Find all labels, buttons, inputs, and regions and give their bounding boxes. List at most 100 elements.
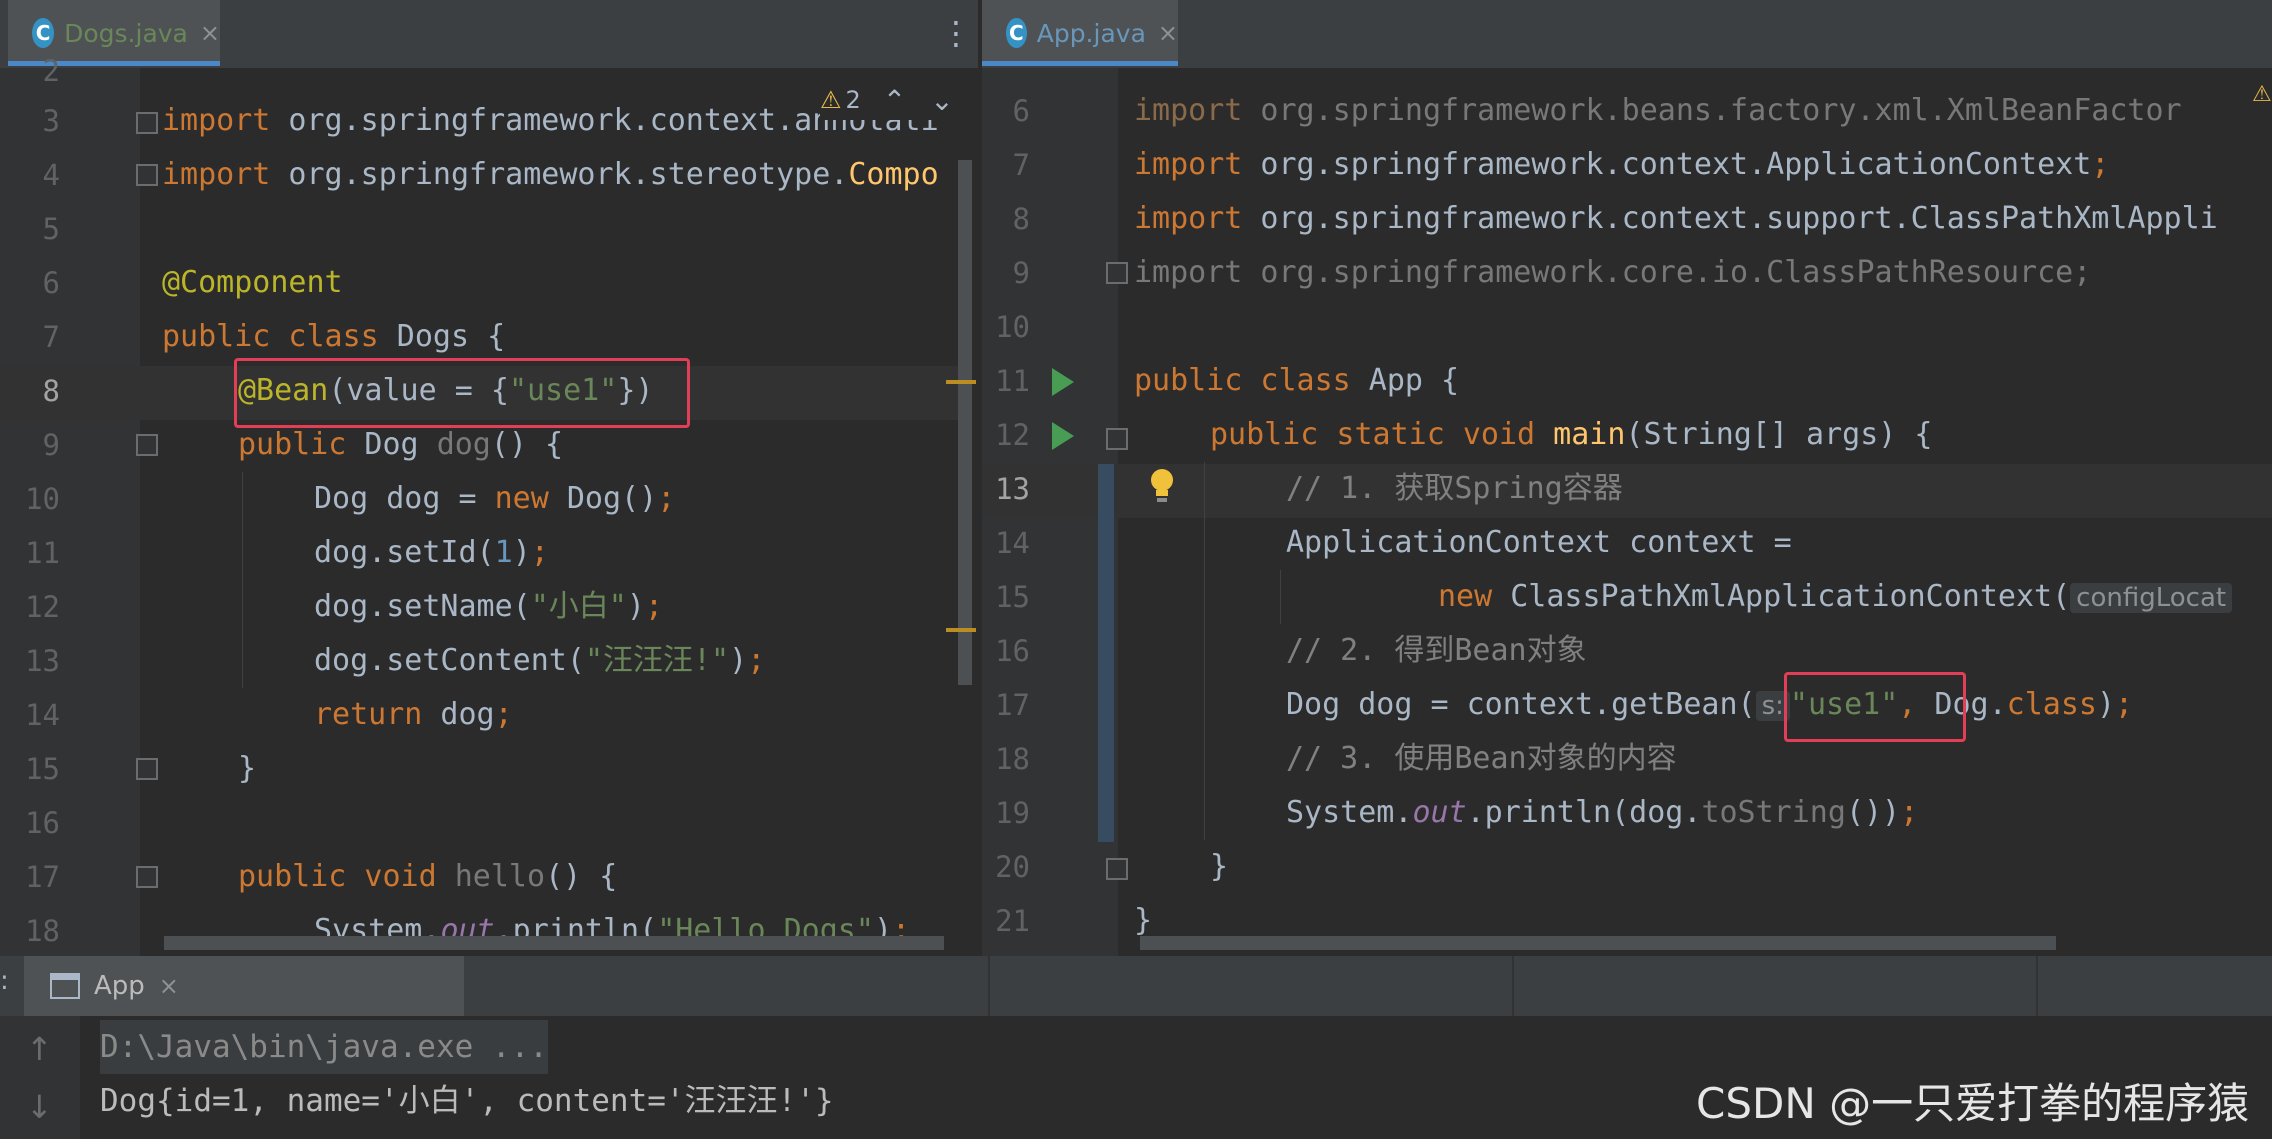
chevron-down-icon[interactable]: ⌄ xyxy=(930,84,953,117)
warning-icon: ⚠ xyxy=(2252,82,2272,107)
tab-run-app[interactable]: App × xyxy=(24,956,464,1016)
line-number: 13 xyxy=(995,472,1030,506)
indent-guide xyxy=(242,472,243,688)
line-number: 16 xyxy=(995,634,1030,668)
line-number: 8 xyxy=(42,374,60,408)
run-main-icon[interactable] xyxy=(1052,422,1074,450)
code-line-18: // 3. 使用Bean对象的内容 xyxy=(1286,741,1677,776)
code-line-12: public static void main(String[] args) { xyxy=(1210,417,1933,452)
tab-app-java[interactable]: C App.java × xyxy=(982,0,1178,66)
right-horizontal-scrollbar[interactable] xyxy=(1140,936,2056,950)
tab-label: App.java xyxy=(1036,18,1146,48)
right-tab-bar: C App.java × xyxy=(982,0,2272,69)
fold-icon[interactable] xyxy=(136,164,158,186)
chevron-up-icon[interactable]: ⌃ xyxy=(883,84,906,117)
parameter-hint: configLocat xyxy=(2070,583,2233,613)
code-line-7: public class Dogs { xyxy=(162,319,506,354)
line-number: 2 xyxy=(42,54,60,88)
line-number: 9 xyxy=(1012,256,1030,290)
code-line-17: public void hello() { xyxy=(238,859,618,894)
indent-guide xyxy=(1204,462,1205,840)
vcs-change-marker xyxy=(1098,464,1114,842)
header-separator xyxy=(1512,956,1514,1016)
code-line-7: import org.springframework.context.Appli… xyxy=(1134,147,2110,182)
panel-label-prefix: : xyxy=(0,966,9,996)
code-line-9: import org.springframework.core.io.Class… xyxy=(1134,255,2092,290)
line-number: 13 xyxy=(25,644,60,678)
console-output-line: Dog{id=1, name='小白', content='汪汪汪!'} xyxy=(100,1083,834,1119)
header-separator xyxy=(988,956,990,1016)
more-options-icon[interactable]: ⋮ xyxy=(940,14,972,52)
highlight-getbean-name xyxy=(1784,672,1966,742)
line-number: 7 xyxy=(42,320,60,354)
run-tool-window-header: : App × xyxy=(0,956,2272,1016)
fold-icon[interactable] xyxy=(1106,428,1128,450)
code-line-20: } xyxy=(1210,849,1229,884)
line-number: 10 xyxy=(995,310,1030,344)
line-number: 11 xyxy=(25,536,60,570)
fold-icon[interactable] xyxy=(136,434,158,456)
line-number: 8 xyxy=(1012,202,1030,236)
tab-label: App xyxy=(94,971,145,1001)
watermark: CSDN @一只爱打拳的程序猿 xyxy=(1696,1079,2250,1128)
line-number: 15 xyxy=(25,752,60,786)
left-tab-bar: C Dogs.java × ⋮ xyxy=(0,0,980,69)
line-number: 9 xyxy=(42,428,60,462)
line-number: 20 xyxy=(995,850,1030,884)
line-number: 11 xyxy=(995,364,1030,398)
scroll-up-icon[interactable]: ↑ xyxy=(26,1030,53,1068)
code-line-6: import org.springframework.beans.factory… xyxy=(1134,93,2182,128)
code-line-14: ApplicationContext context = xyxy=(1286,525,1792,560)
code-line-11: dog.setId(1); xyxy=(314,535,549,570)
close-icon[interactable]: × xyxy=(1158,19,1178,47)
fold-icon[interactable] xyxy=(136,112,158,134)
line-number: 10 xyxy=(25,482,60,516)
line-number: 17 xyxy=(995,688,1030,722)
code-line-14: return dog; xyxy=(314,697,513,732)
scroll-down-icon[interactable]: ↓ xyxy=(26,1088,53,1126)
code-line-16: // 2. 得到Bean对象 xyxy=(1286,633,1587,668)
line-number: 3 xyxy=(42,104,60,138)
fold-icon[interactable] xyxy=(1106,262,1128,284)
code-line-13: // 1. 获取Spring容器 xyxy=(1286,471,1623,506)
warning-icon: ⚠ xyxy=(820,86,842,114)
java-class-icon: C xyxy=(1006,18,1027,48)
header-separator xyxy=(2036,956,2038,1016)
highlight-bean-annotation xyxy=(234,358,690,428)
console-window-icon xyxy=(50,973,80,999)
code-line-17: Dog dog = context.getBean(s: "use1", Dog.… xyxy=(1286,687,2134,722)
code-line-8: import org.springframework.context.suppo… xyxy=(1134,201,2218,236)
line-number: 15 xyxy=(995,580,1030,614)
left-horizontal-scrollbar[interactable] xyxy=(164,936,944,950)
line-number: 17 xyxy=(25,860,60,894)
line-number: 12 xyxy=(25,590,60,624)
line-number: 14 xyxy=(995,526,1030,560)
inspection-widget[interactable]: ⚠ 2 ⌃ ⌄ xyxy=(820,80,954,120)
fold-icon[interactable] xyxy=(136,866,158,888)
code-line-12: dog.setName("小白"); xyxy=(314,589,663,624)
line-number: 18 xyxy=(995,742,1030,776)
tab-label: Dogs.java xyxy=(64,18,188,48)
warning-count: 2 xyxy=(845,86,861,114)
active-tab-indicator xyxy=(982,61,1178,66)
indent-guide xyxy=(1280,570,1281,624)
code-line-11: public class App { xyxy=(1134,363,1460,398)
line-number: 7 xyxy=(1012,148,1030,182)
fold-icon[interactable] xyxy=(136,758,158,780)
close-icon[interactable]: × xyxy=(200,19,220,47)
close-icon[interactable]: × xyxy=(159,972,179,1000)
line-number: 21 xyxy=(995,904,1030,938)
line-number: 6 xyxy=(1012,94,1030,128)
code-line-15: } xyxy=(238,751,257,786)
run-class-icon[interactable] xyxy=(1052,368,1074,396)
lightbulb-icon[interactable] xyxy=(1148,466,1176,506)
code-line-19: System.out.println(dog.toString()); xyxy=(1286,795,1919,830)
code-line-4: import org.springframework.stereotype.Co… xyxy=(162,157,939,192)
line-number: 16 xyxy=(25,806,60,840)
fold-icon[interactable] xyxy=(1106,858,1128,880)
line-number: 19 xyxy=(995,796,1030,830)
line-number: 5 xyxy=(42,212,60,246)
console-command-line: D:\Java\bin\java.exe ... xyxy=(100,1020,548,1074)
code-line-15: new ClassPathXmlApplicationContext(confi… xyxy=(1438,570,2272,624)
code-line-6: @Component xyxy=(162,265,343,300)
